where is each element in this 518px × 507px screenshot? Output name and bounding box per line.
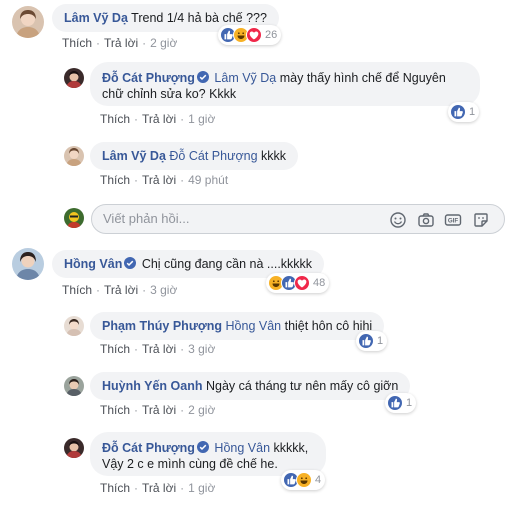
mention-link[interactable]: Lâm Vỹ Dạ (214, 71, 276, 85)
comment-text: Trend 1/4 hả bà chế ??? (131, 11, 267, 25)
comment-text: mày thấy hình chế để Nguyên (279, 71, 446, 85)
reaction-summary[interactable]: 48 (266, 273, 330, 293)
verified-icon (124, 257, 137, 269)
emoji-icon[interactable] (389, 211, 407, 229)
timestamp[interactable]: 3 giờ (188, 342, 215, 356)
timestamp[interactable]: 49 phút (188, 173, 228, 187)
comment-actions: Thích · Trả lời · 3 giờ (100, 342, 216, 356)
comment-text: thiệt hôn cô hihi (284, 319, 373, 333)
like-link[interactable]: Thích (100, 481, 130, 495)
reaction-summary[interactable]: 1 (448, 102, 480, 122)
reply-link[interactable]: Trả lời (104, 36, 138, 50)
love-icon (246, 27, 262, 43)
reaction-summary[interactable]: 1 (356, 331, 388, 351)
comment-text: kkkkk, (273, 441, 309, 455)
reply-link[interactable]: Trả lời (104, 283, 138, 297)
like-link[interactable]: Thích (100, 173, 130, 187)
comment-text: Ngày cá tháng tư nên mấy cô giỡn (205, 379, 399, 393)
comment-actions: Thích · Trả lời · 2 giờ (62, 36, 178, 50)
comment-bubble: Huỳnh Yến Oanh Ngày cá tháng tư nên mấy … (90, 372, 411, 400)
reply-input[interactable] (103, 211, 353, 226)
comment-author[interactable]: Huỳnh Yến Oanh (102, 379, 202, 393)
avatar[interactable] (64, 68, 84, 88)
avatar[interactable] (64, 376, 84, 396)
comment-author[interactable]: Đỗ Cát Phượng (102, 71, 195, 85)
comment-bubble: Phạm Thúy Phượng Hồng Vân thiệt hôn cô h… (90, 312, 385, 340)
like-link[interactable]: Thích (100, 403, 130, 417)
svg-text:GIF: GIF (448, 218, 459, 225)
haha-icon (296, 472, 312, 488)
comment-author[interactable]: Lâm Vỹ Dạ (102, 149, 166, 163)
comment-actions: Thích · Trả lời · 2 giờ (100, 403, 216, 417)
mention-link[interactable]: Hồng Vân (226, 319, 282, 333)
comment-bubble: Đỗ Cát Phượng Lâm Vỹ Dạ mày thấy hình ch… (90, 62, 480, 106)
love-icon (294, 275, 310, 291)
avatar[interactable] (12, 6, 44, 38)
like-link[interactable]: Thích (62, 283, 92, 297)
reaction-count: 26 (265, 29, 278, 41)
reaction-count: 4 (315, 474, 322, 486)
timestamp[interactable]: 2 giờ (150, 36, 177, 50)
comment-text: Chị cũng đang cần nà ....kkkkk (141, 257, 313, 271)
gif-icon[interactable]: GIF (444, 211, 462, 229)
avatar (64, 208, 84, 228)
timestamp[interactable]: 1 giờ (188, 481, 215, 495)
reply-box: GIF (91, 204, 505, 234)
reply-link[interactable]: Trả lời (142, 403, 176, 417)
sticker-icon[interactable] (472, 211, 490, 229)
comment-author[interactable]: Hồng Vân (64, 257, 122, 271)
comment-actions: Thích · Trả lời · 49 phút (100, 173, 229, 187)
comment-actions: Thích · Trả lời · 1 giờ (100, 481, 216, 495)
comment-text-continued: chữ chỉnh sửa ko? Kkkk (102, 87, 237, 101)
avatar[interactable] (64, 316, 84, 336)
reply-link[interactable]: Trả lời (142, 481, 176, 495)
reply-link[interactable]: Trả lời (142, 173, 176, 187)
reaction-summary[interactable]: 1 (385, 393, 417, 413)
like-link[interactable]: Thích (100, 342, 130, 356)
avatar[interactable] (12, 248, 44, 280)
reaction-count: 1 (377, 335, 384, 347)
comment-actions: Thích · Trả lời · 1 giờ (100, 112, 216, 126)
reaction-count: 1 (469, 106, 476, 118)
comment-author[interactable]: Phạm Thúy Phượng (102, 319, 222, 333)
timestamp[interactable]: 1 giờ (188, 112, 215, 126)
camera-icon[interactable] (417, 211, 435, 229)
verified-icon (196, 441, 209, 453)
mention-link[interactable]: Hồng Vân (214, 441, 270, 455)
comment-author[interactable]: Đỗ Cát Phượng (102, 441, 195, 455)
mention-link[interactable]: Đỗ Cát Phượng (169, 149, 257, 163)
reply-link[interactable]: Trả lời (142, 342, 176, 356)
avatar[interactable] (64, 146, 84, 166)
timestamp[interactable]: 2 giờ (188, 403, 215, 417)
avatar[interactable] (64, 438, 84, 458)
like-icon (387, 395, 403, 411)
like-icon (450, 104, 466, 120)
comment-author[interactable]: Lâm Vỹ Dạ (64, 11, 128, 25)
comment-text-continued: Vậy 2 c e mình cùng đề chế he. (102, 457, 278, 471)
like-link[interactable]: Thích (100, 112, 130, 126)
timestamp[interactable]: 3 giờ (150, 283, 177, 297)
comment-text: kkkk (261, 149, 287, 163)
like-link[interactable]: Thích (62, 36, 92, 50)
like-icon (358, 333, 374, 349)
reaction-summary[interactable]: 4 (281, 470, 326, 490)
reply-link[interactable]: Trả lời (142, 112, 176, 126)
reaction-count: 48 (313, 277, 326, 289)
comment-actions: Thích · Trả lời · 3 giờ (62, 283, 178, 297)
reaction-count: 1 (406, 397, 413, 409)
reaction-summary[interactable]: 26 (218, 25, 282, 45)
verified-icon (196, 71, 209, 83)
comment-bubble: Lâm Vỹ Dạ Đỗ Cát Phượng kkkk (90, 142, 299, 170)
